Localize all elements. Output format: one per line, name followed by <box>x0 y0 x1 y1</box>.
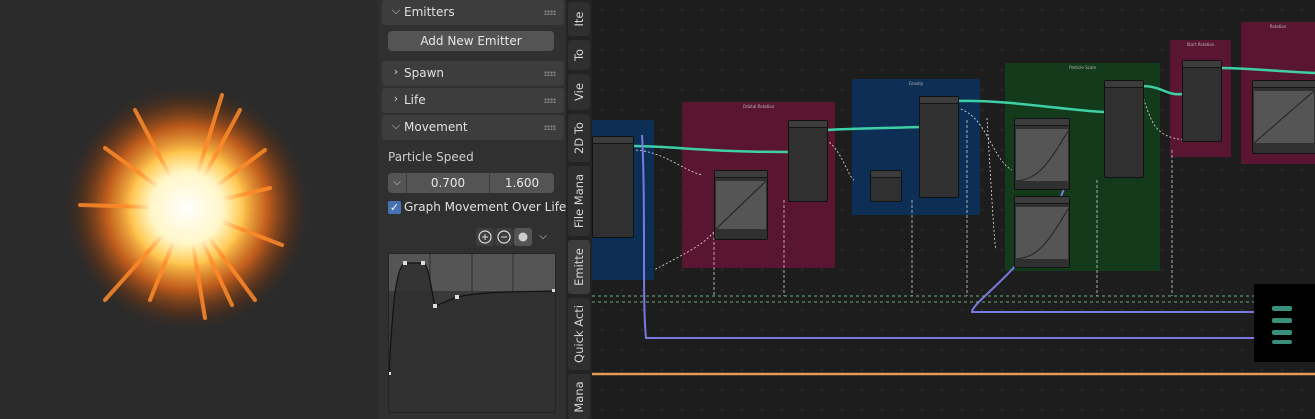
node[interactable] <box>1182 60 1222 142</box>
curve-toolbar: ⌵ <box>476 228 556 246</box>
node[interactable] <box>788 120 828 202</box>
emitters-label: Emitters <box>404 5 455 19</box>
particle-speed-label: Particle Speed <box>388 150 474 164</box>
tab-item[interactable]: Ite <box>568 2 590 36</box>
curve-node[interactable] <box>714 170 768 240</box>
life-section-header[interactable]: › Life <box>382 88 564 113</box>
movement-curve-graph[interactable] <box>388 253 556 413</box>
tab-file-manager[interactable]: File Mana <box>568 166 590 236</box>
handle-type-icon[interactable] <box>514 228 532 246</box>
chevron-down-icon[interactable]: ⌵ <box>388 173 407 193</box>
explosion-preview <box>62 83 312 333</box>
speed-min-field[interactable]: 0.700 <box>407 173 490 193</box>
node[interactable] <box>592 136 634 238</box>
zoom-in-icon[interactable] <box>476 228 494 246</box>
chevron-down-icon: ⌵ <box>391 4 401 17</box>
node[interactable] <box>919 96 959 198</box>
properties-panel: ⌵ Emitters Add New Emitter › Spawn › Lif… <box>378 0 582 419</box>
curve-node[interactable] <box>1252 80 1315 154</box>
curve-node[interactable] <box>1014 118 1070 190</box>
tab-emitter[interactable]: Emitte <box>568 240 590 294</box>
spawn-section-header[interactable]: › Spawn <box>382 61 564 86</box>
chevron-right-icon: › <box>393 65 399 78</box>
drag-grip-icon[interactable] <box>544 98 556 103</box>
add-new-emitter-button[interactable]: Add New Emitter <box>388 31 554 51</box>
tab-view[interactable]: Vie <box>568 74 590 110</box>
drag-grip-icon[interactable] <box>544 71 556 76</box>
emitters-section-header[interactable]: ⌵ Emitters <box>382 0 564 25</box>
movement-section-header[interactable]: ⌵ Movement <box>382 115 564 140</box>
life-label: Life <box>404 93 426 107</box>
node[interactable] <box>870 170 902 202</box>
tab-quick-actions[interactable]: Quick Acti <box>568 298 590 370</box>
particle-speed-range: ⌵ 0.700 1.600 <box>388 173 554 193</box>
drag-grip-icon[interactable] <box>544 125 556 130</box>
sidebar-tabs: Ite To Vie 2D To File Mana Emitte Quick … <box>566 0 592 419</box>
chevron-right-icon: › <box>393 92 399 105</box>
graph-movement-label: Graph Movement Over Lifet... <box>404 200 583 214</box>
speed-max-field[interactable]: 1.600 <box>490 173 554 193</box>
movement-label: Movement <box>404 120 468 134</box>
curve-options-dropdown-icon[interactable]: ⌵ <box>534 228 552 246</box>
tab-manager[interactable]: Mana <box>568 374 590 419</box>
output-sockets[interactable] <box>1272 304 1315 344</box>
node-editor[interactable]: Orbital Rotation Gravity Particle Scale … <box>592 0 1315 419</box>
zoom-out-icon[interactable] <box>495 228 513 246</box>
graph-movement-checkbox[interactable]: ✓ <box>388 201 401 214</box>
3d-viewport[interactable] <box>0 0 378 419</box>
curve-node[interactable] <box>1014 196 1070 268</box>
node[interactable] <box>1104 80 1144 178</box>
tab-2d-tools[interactable]: 2D To <box>568 114 590 162</box>
drag-grip-icon[interactable] <box>544 10 556 15</box>
tab-tool[interactable]: To <box>568 40 590 70</box>
chevron-down-icon: ⌵ <box>391 119 401 132</box>
spawn-label: Spawn <box>404 66 445 80</box>
